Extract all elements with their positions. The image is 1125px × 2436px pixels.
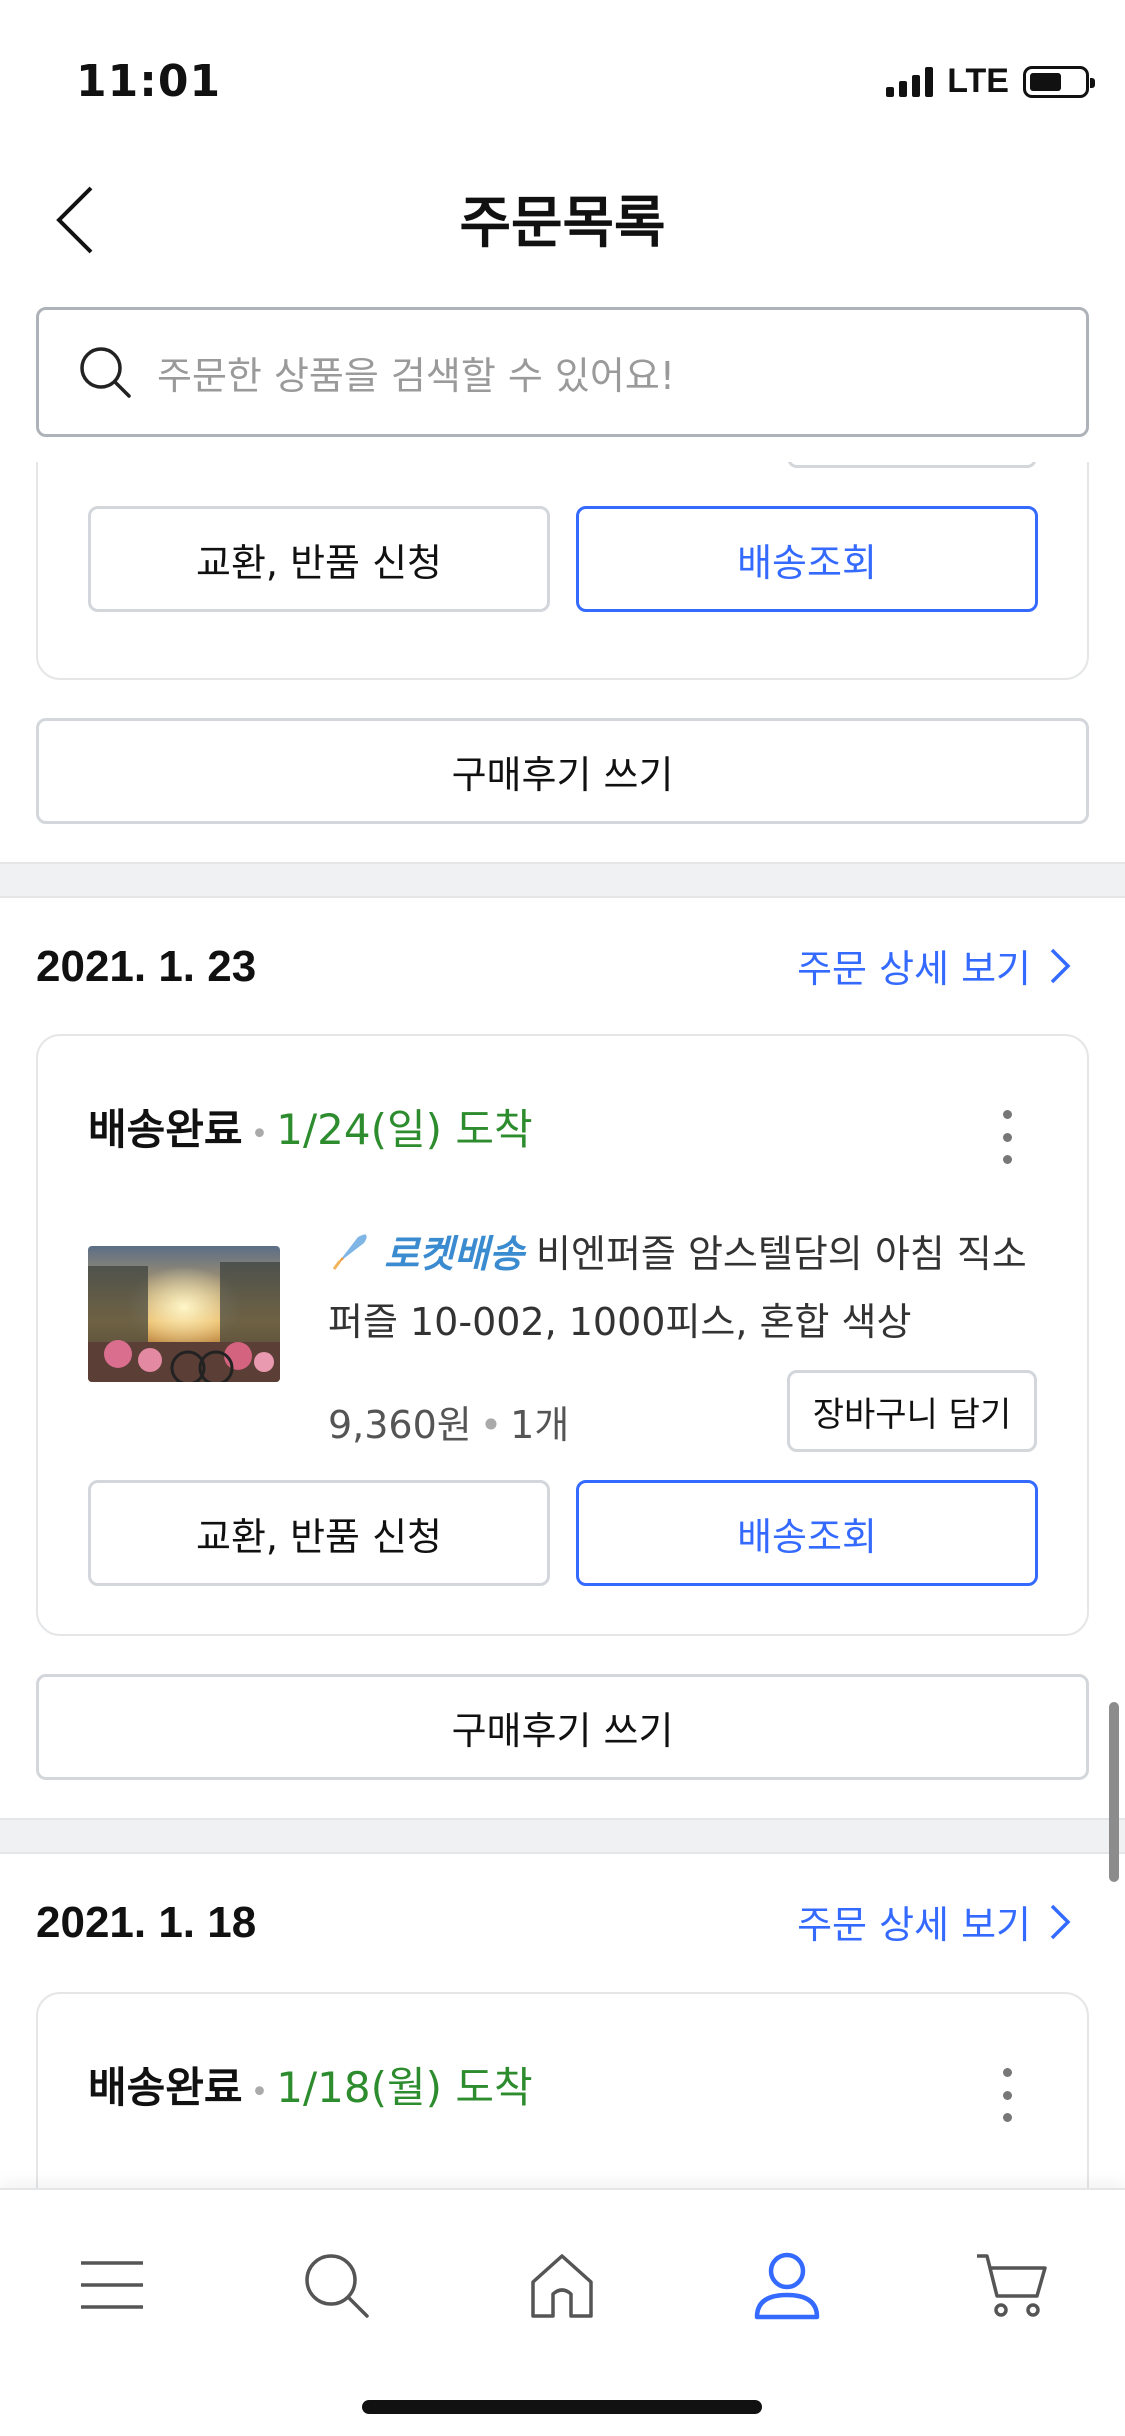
order-list[interactable]: 교환, 반품 신청 배송조회 구매후기 쓰기 2021. 1. 23 주문 상세… bbox=[0, 462, 1125, 2188]
order-date: 2021. 1. 18 bbox=[36, 1898, 257, 1947]
more-options-button[interactable] bbox=[987, 2060, 1027, 2130]
order-detail-label: 주문 상세 보기 bbox=[797, 947, 1031, 991]
section-divider bbox=[0, 1818, 1125, 1854]
signal-icon bbox=[886, 66, 934, 97]
network-label: LTE bbox=[947, 62, 1009, 100]
tab-menu[interactable] bbox=[52, 2230, 172, 2340]
product-price: 9,360원 bbox=[328, 1403, 472, 1447]
tab-my-account[interactable] bbox=[727, 2230, 847, 2340]
order-date: 2021. 1. 23 bbox=[36, 942, 257, 991]
arrival-date: 1/24(일) 도착 bbox=[276, 1105, 533, 1154]
separator-dot: • bbox=[250, 1117, 269, 1152]
order-detail-link[interactable]: 주문 상세 보기 bbox=[797, 938, 1071, 993]
menu-icon bbox=[81, 2261, 143, 2309]
status-time: 11:01 bbox=[76, 56, 222, 107]
order-detail-label: 주문 상세 보기 bbox=[797, 1903, 1031, 1947]
write-review-button[interactable]: 구매후기 쓰기 bbox=[36, 718, 1089, 824]
order-card: 배송완료 • 1/24(일) 도착 로켓배송 비엔퍼즐 암스텔담의 아침 직소퍼… bbox=[36, 1034, 1089, 1636]
status-indicators: LTE bbox=[886, 62, 1095, 101]
search-icon bbox=[80, 347, 131, 398]
tab-bar bbox=[0, 2188, 1125, 2436]
home-indicator bbox=[362, 2400, 762, 2414]
separator-dot: • bbox=[250, 2075, 269, 2110]
price-quantity: 9,360원 • 1개 bbox=[328, 1403, 570, 1447]
delivery-status: 배송완료 • 1/18(월) 도착 bbox=[88, 2054, 533, 2115]
tracking-button[interactable]: 배송조회 bbox=[576, 506, 1038, 612]
cart-icon bbox=[977, 2254, 1047, 2317]
product-quantity: 1개 bbox=[510, 1403, 570, 1447]
order-detail-link[interactable]: 주문 상세 보기 bbox=[797, 1894, 1071, 1949]
order-card: 배송완료 • 1/18(월) 도착 bbox=[36, 1992, 1089, 2188]
order-card: 교환, 반품 신청 배송조회 bbox=[36, 462, 1089, 680]
cart-button-partial[interactable] bbox=[787, 462, 1037, 468]
tab-search[interactable] bbox=[276, 2230, 396, 2340]
status-bar: 11:01 LTE bbox=[0, 0, 1125, 140]
rocket-delivery-badge: 로켓배송 bbox=[384, 1232, 524, 1276]
scrollbar[interactable] bbox=[1109, 1702, 1119, 1882]
delivery-status: 배송완료 • 1/24(일) 도착 bbox=[88, 1096, 533, 1157]
header: 주문목록 bbox=[0, 150, 1125, 280]
page-title: 주문목록 bbox=[459, 191, 666, 256]
tracking-button[interactable]: 배송조회 bbox=[576, 1480, 1038, 1586]
battery-icon bbox=[1023, 65, 1095, 98]
tab-cart[interactable] bbox=[952, 2230, 1072, 2340]
search-input[interactable]: 주문한 상품을 검색할 수 있어요! bbox=[36, 307, 1089, 437]
chevron-right-icon bbox=[1050, 1904, 1071, 1939]
section-divider bbox=[0, 862, 1125, 898]
search-icon bbox=[305, 2254, 369, 2318]
product-name[interactable]: 로켓배송 비엔퍼즐 암스텔담의 아침 직소퍼즐 10-002, 1000피스, … bbox=[328, 1220, 1028, 1356]
exchange-return-button[interactable]: 교환, 반품 신청 bbox=[88, 506, 550, 612]
status-label: 배송완료 bbox=[88, 2063, 243, 2112]
more-options-button[interactable] bbox=[987, 1102, 1027, 1172]
tab-home[interactable] bbox=[502, 2230, 622, 2340]
add-to-cart-button[interactable]: 장바구니 담기 bbox=[787, 1370, 1037, 1452]
chevron-right-icon bbox=[1050, 948, 1071, 983]
home-icon bbox=[531, 2254, 593, 2318]
rocket-icon bbox=[332, 1234, 367, 1270]
search-placeholder: 주문한 상품을 검색할 수 있어요! bbox=[157, 353, 676, 398]
exchange-return-button[interactable]: 교환, 반품 신청 bbox=[88, 1480, 550, 1586]
arrival-date: 1/18(월) 도착 bbox=[276, 2063, 533, 2112]
user-icon bbox=[754, 2252, 820, 2320]
product-thumbnail[interactable] bbox=[88, 1246, 280, 1382]
status-label: 배송완료 bbox=[88, 1105, 243, 1154]
write-review-button[interactable]: 구매후기 쓰기 bbox=[36, 1674, 1089, 1780]
